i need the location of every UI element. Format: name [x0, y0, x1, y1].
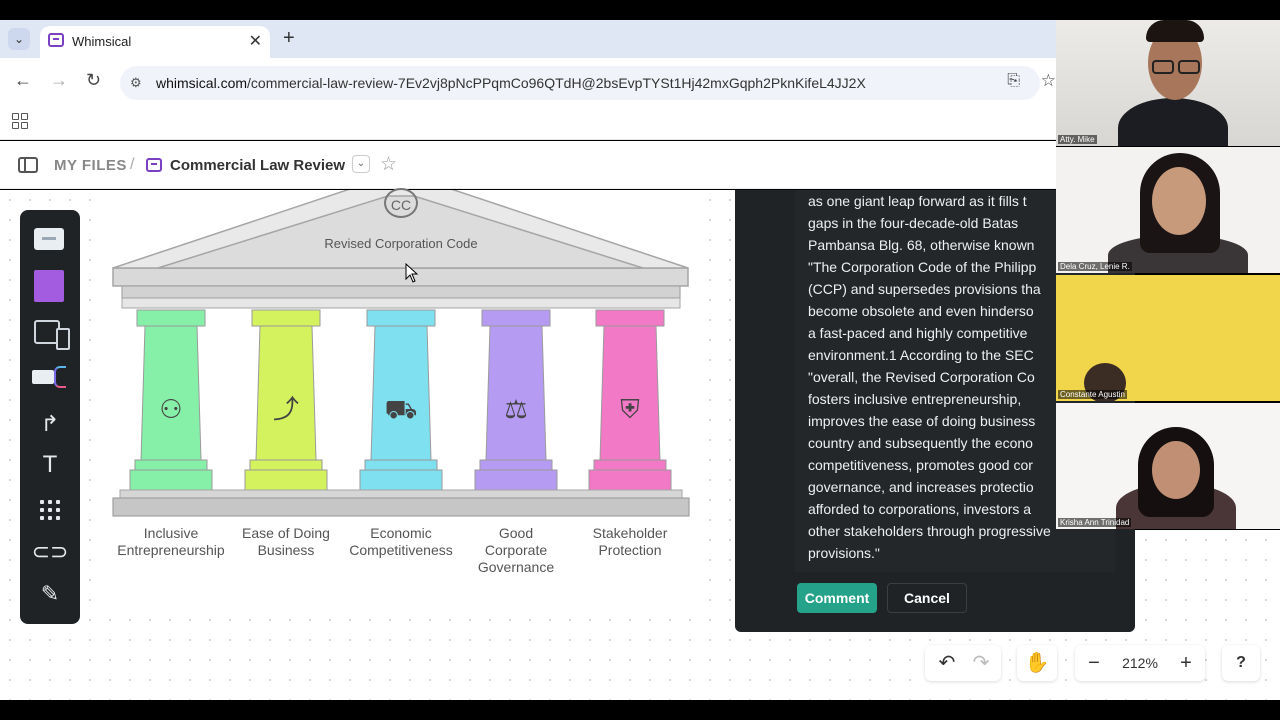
apps-grid-icon[interactable] — [12, 113, 28, 129]
card-tool-icon[interactable] — [30, 222, 70, 258]
whimsical-header: MY FILES / Commercial Law Review ⌄ ☆ — [0, 141, 1056, 189]
pillar-1[interactable]: ⚇ — [129, 309, 213, 491]
bookmarks-bar — [0, 106, 1056, 140]
people-handshake-icon: ⚇ — [159, 395, 182, 425]
participant-name: Dela Cruz, Lenie R. — [1058, 262, 1132, 271]
tab-close-icon[interactable]: ✕ — [249, 31, 262, 51]
pillar-2[interactable]: ⤴ — [244, 309, 328, 491]
video-tile-2: Dela Cruz, Lenie R. — [1056, 147, 1280, 273]
zoom-out-button[interactable]: − — [1079, 645, 1109, 681]
cc-logo-icon: CC — [384, 188, 418, 218]
address-bar[interactable]: ⚙ whimsical.com/commercial-law-review-7E… — [120, 66, 1056, 100]
zoom-group: − 212% + — [1075, 645, 1205, 681]
sidebar-toggle-icon[interactable] — [18, 157, 38, 173]
pillar-label: Ease of Doing Business — [242, 525, 330, 558]
hand-pan-icon[interactable]: ✋ — [1021, 645, 1053, 681]
participant-name: Krisha Ann Trinidad — [1058, 518, 1132, 527]
toolbar-panel: ↱ T ⊂⊃ ✎ — [20, 210, 80, 624]
bookmark-star-icon[interactable]: ☆ — [1041, 71, 1056, 91]
pen-tool-icon[interactable]: ✎ — [30, 576, 70, 612]
comment-button[interactable]: Comment — [797, 583, 877, 613]
browser-tab-bar: ⌄ Whimsical ✕ + — [0, 20, 1056, 58]
hand-tool-group: ✋ — [1017, 645, 1057, 681]
shield-people-icon: ⛨ — [620, 395, 640, 425]
zoom-in-button[interactable]: + — [1171, 645, 1201, 681]
text-tool-icon[interactable]: T — [30, 448, 70, 484]
letterbox-bar — [0, 700, 1280, 720]
zoom-level[interactable]: 212% — [1115, 645, 1165, 681]
help-group: ? — [1222, 645, 1260, 681]
board-icon — [146, 158, 162, 172]
more-tools-grid-icon[interactable] — [30, 492, 70, 528]
video-tile-4: Krisha Ann Trinidad — [1056, 403, 1280, 529]
url-text: whimsical.com/commercial-law-review-7Ev2… — [156, 75, 866, 91]
cars-icon: ⛟ — [385, 395, 418, 425]
breadcrumb-my-files[interactable]: MY FILES — [54, 157, 127, 174]
redo-icon[interactable]: ↷ — [965, 645, 997, 681]
participant-name: Constante Agustin — [1058, 390, 1127, 399]
new-tab-icon[interactable]: + — [283, 28, 295, 48]
favorite-star-icon[interactable]: ☆ — [380, 153, 397, 176]
site-settings-icon[interactable]: ⚙ — [130, 75, 146, 91]
pillar-label: Good Corporate Governance — [477, 525, 555, 575]
back-arrow-icon[interactable]: ← — [14, 70, 32, 91]
browser-toolbar: ← → ↻ ⚙ whimsical.com/commercial-law-rev… — [0, 58, 1056, 106]
link-tool-icon[interactable]: ⊂⊃ — [30, 534, 70, 570]
pillar-4[interactable]: ⚖ — [474, 309, 558, 491]
diagram-title: Revised Corporation Code — [324, 236, 478, 251]
board-title[interactable]: Commercial Law Review — [170, 157, 345, 174]
tab-title: Whimsical — [72, 34, 132, 49]
reload-icon[interactable]: ↻ — [86, 70, 101, 91]
pillars-diagram[interactable]: ⚇ ⤴ ⛟ ⚖ ⛨ CC Revised Corporation Code Inclus… — [98, 188, 704, 606]
forward-arrow-icon[interactable]: → — [50, 70, 68, 91]
help-button[interactable]: ? — [1226, 645, 1256, 681]
route-arrows-icon: ⤴ — [273, 395, 299, 425]
tab-list-chevron-icon[interactable]: ⌄ — [8, 28, 30, 50]
tab-whimsical[interactable]: Whimsical ✕ — [40, 26, 270, 58]
video-tile-3: Constante Agustin — [1056, 275, 1280, 401]
video-tile-1: Atty. Mike — [1056, 20, 1280, 146]
wireframe-tool-icon[interactable] — [30, 316, 70, 352]
pillar-label: Economic Competitiveness — [349, 525, 453, 558]
pillar-3[interactable]: ⛟ — [359, 309, 443, 491]
cancel-button[interactable]: Cancel — [887, 583, 967, 613]
mouse-cursor-icon — [405, 263, 419, 283]
breadcrumb-separator: / — [130, 156, 135, 173]
pillar-5[interactable]: ⛨ — [588, 309, 672, 491]
board-menu-chevron-icon[interactable]: ⌄ — [352, 155, 370, 173]
sticky-note-tool-icon[interactable] — [30, 268, 70, 304]
mindmap-tool-icon[interactable] — [30, 360, 70, 396]
undo-icon[interactable]: ↶ — [931, 645, 963, 681]
install-app-icon[interactable]: ⎘ — [1007, 72, 1020, 90]
participant-name: Atty. Mike — [1058, 135, 1097, 144]
whimsical-favicon-icon — [48, 33, 64, 47]
scales-icon: ⚖ — [504, 395, 527, 425]
pillar-label: Stakeholder Protection — [592, 525, 668, 558]
undo-redo-group: ↶ ↷ — [925, 645, 1001, 681]
connector-tool-icon[interactable]: ↱ — [30, 406, 70, 442]
pillar-label: Inclusive Entrepreneurship — [117, 525, 225, 558]
